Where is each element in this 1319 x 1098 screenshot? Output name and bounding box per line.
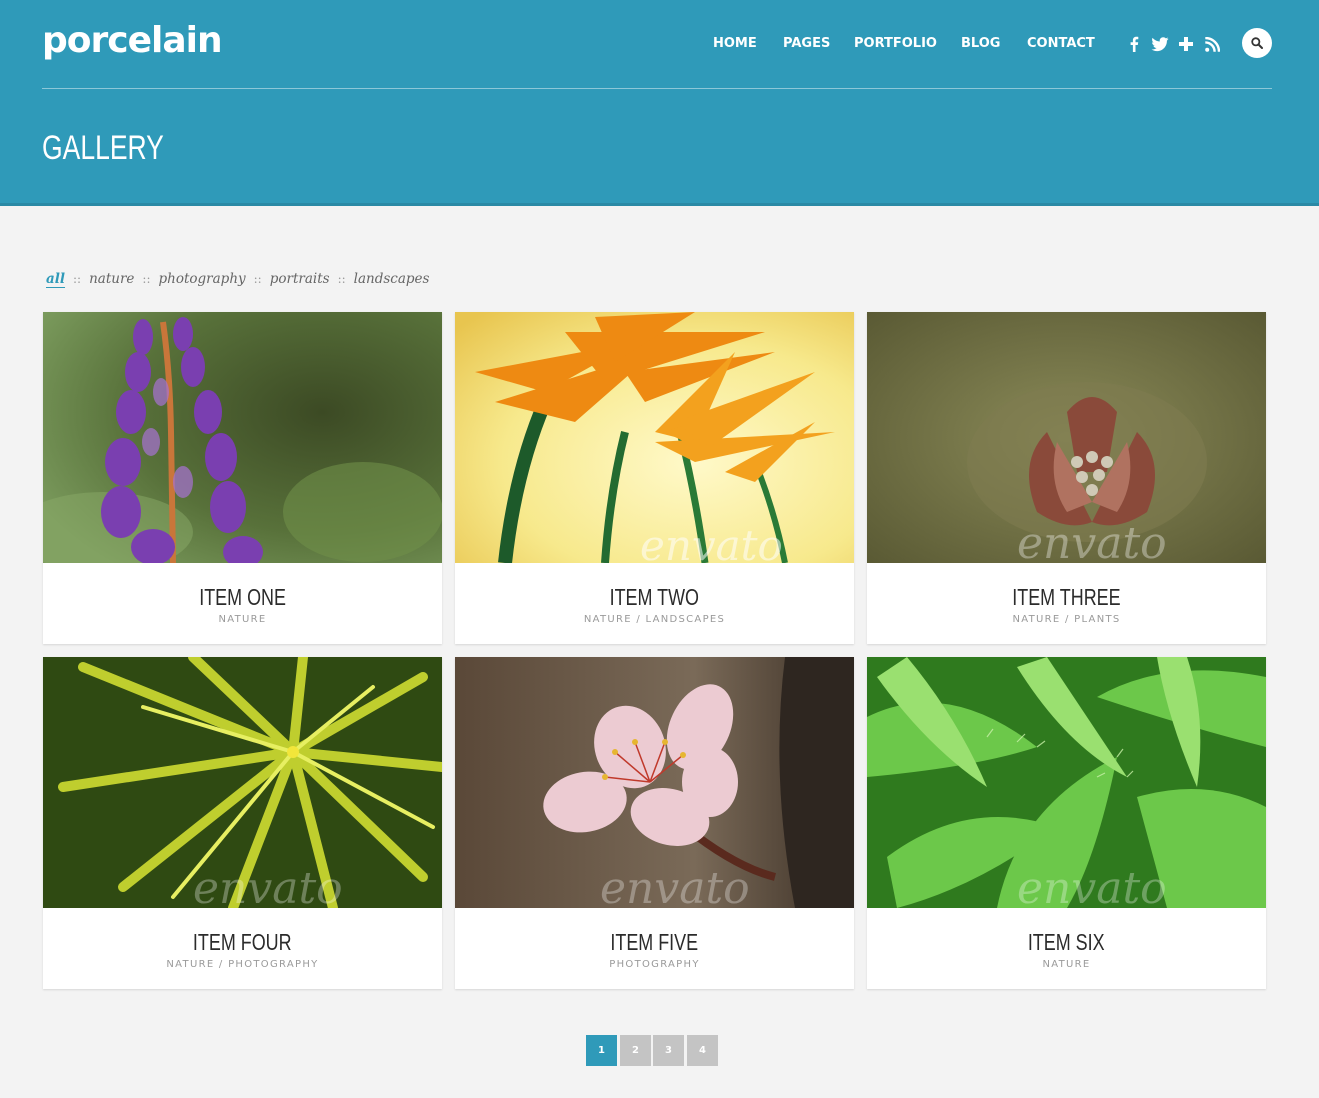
filter-separator: :: — [73, 272, 82, 286]
card-title[interactable]: ITEM THREE — [867, 583, 1266, 611]
watermark-text: envato — [1017, 518, 1167, 563]
thumbnail-image[interactable]: envato — [455, 657, 854, 908]
card-title[interactable]: ITEM TWO — [455, 583, 854, 611]
nav-blog[interactable]: BLOG — [961, 34, 1000, 54]
filter-nature[interactable]: nature — [89, 271, 134, 287]
card-categories: NATURE / LANDSCAPES — [583, 614, 726, 625]
twitter-icon[interactable] — [1150, 34, 1170, 54]
plus-icon[interactable] — [1176, 34, 1196, 54]
card-categories: NATURE / PHOTOGRAPHY — [166, 959, 319, 970]
filter-separator: :: — [337, 272, 346, 286]
thumbnail-image[interactable]: envato — [867, 312, 1266, 563]
card-title[interactable]: ITEM FOUR — [43, 928, 442, 956]
thumbnail-image[interactable]: envato — [455, 312, 854, 563]
gallery-card-item-six[interactable]: envato ITEM SIX NATURE — [867, 657, 1266, 989]
watermark-text: envato — [193, 863, 343, 908]
page-button-1[interactable]: 1 — [586, 1035, 617, 1066]
gallery-card-item-two[interactable]: envato ITEM TWO NATURE / LANDSCAPES — [455, 312, 854, 644]
search-button[interactable] — [1242, 28, 1272, 58]
card-title[interactable]: ITEM ONE — [43, 583, 442, 611]
watermark-text: envato — [600, 863, 750, 908]
card-categories: NATURE — [218, 614, 267, 625]
site-header: porcelain HOME PAGES PORTFOLIO BLOG CONT… — [0, 0, 1319, 206]
thumbnail-image[interactable]: envato — [43, 657, 442, 908]
page-title: GALLERY — [42, 129, 164, 167]
gallery-card-item-five[interactable]: envato ITEM FIVE PHOTOGRAPHY — [455, 657, 854, 989]
gallery-card-item-one[interactable]: ITEM ONE NATURE — [43, 312, 442, 644]
thumbnail-image[interactable] — [43, 312, 442, 563]
nav-pages[interactable]: PAGES — [783, 34, 830, 54]
gallery-card-item-three[interactable]: envato ITEM THREE NATURE / PLANTS — [867, 312, 1266, 644]
search-icon — [1251, 37, 1263, 49]
filter-photography[interactable]: photography — [159, 271, 246, 287]
card-categories: PHOTOGRAPHY — [609, 959, 700, 970]
card-title[interactable]: ITEM SIX — [867, 928, 1266, 956]
watermark-text: envato — [1017, 863, 1167, 908]
card-title[interactable]: ITEM FIVE — [455, 928, 854, 956]
filter-all[interactable]: all — [46, 271, 65, 287]
filter-landscapes[interactable]: landscapes — [354, 271, 430, 287]
page-button-3[interactable]: 3 — [653, 1035, 684, 1066]
header-divider — [42, 88, 1272, 89]
nav-contact[interactable]: CONTACT — [1027, 34, 1095, 54]
watermark-text: envato — [640, 521, 783, 563]
filter-separator: :: — [142, 272, 151, 286]
facebook-icon[interactable] — [1124, 34, 1144, 54]
page-button-2[interactable]: 2 — [620, 1035, 651, 1066]
gallery-card-item-four[interactable]: envato ITEM FOUR NATURE / PHOTOGRAPHY — [43, 657, 442, 989]
rss-icon[interactable] — [1202, 34, 1222, 54]
filter-separator: :: — [253, 272, 262, 286]
card-categories: NATURE — [1042, 959, 1091, 970]
nav-home[interactable]: HOME — [713, 34, 757, 54]
thumbnail-image[interactable]: envato — [867, 657, 1266, 908]
main-nav: HOME PAGES PORTFOLIO BLOG CONTACT — [0, 34, 1319, 54]
page-button-4[interactable]: 4 — [687, 1035, 718, 1066]
nav-portfolio[interactable]: PORTFOLIO — [854, 34, 937, 54]
filter-portraits[interactable]: portraits — [270, 271, 330, 287]
card-categories: NATURE / PLANTS — [1012, 614, 1121, 625]
gallery-filters: all:: nature:: photography:: portraits:: lan… — [46, 268, 429, 290]
